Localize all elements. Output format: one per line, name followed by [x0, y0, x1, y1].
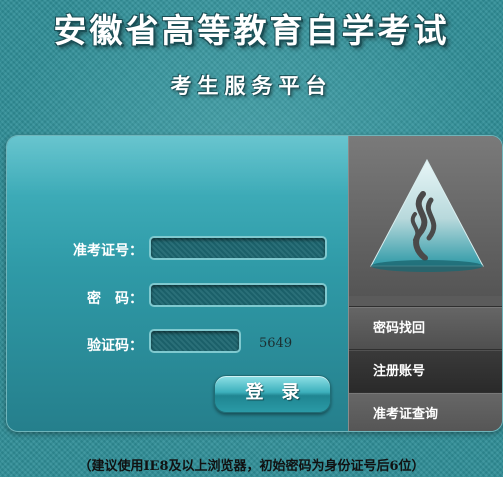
login-form: 准考证号： 密 码： 验证码： 5649 登录 [7, 136, 348, 431]
captcha-input[interactable] [149, 329, 241, 353]
menu-item-password-recovery[interactable]: 密码找回 [349, 306, 502, 349]
captcha-code[interactable]: 5649 [259, 336, 292, 351]
logo-area [349, 136, 502, 296]
captcha-label: 验证码： [87, 338, 143, 354]
login-panel: 准考证号： 密 码： 验证码： 5649 登录 密码找回 注册账号 准考证查询 [6, 135, 503, 432]
password-input[interactable] [149, 283, 327, 307]
login-button[interactable]: 登录 [214, 375, 331, 413]
education-logo-icon [370, 158, 484, 272]
menu-item-register-account[interactable]: 注册账号 [349, 349, 502, 392]
side-menu: 密码找回 注册账号 准考证查询 [348, 136, 502, 431]
password-label: 密 码： [87, 291, 143, 307]
exam-id-input[interactable] [149, 236, 327, 260]
site-title: 安徽省高等教育自学考试 [53, 11, 450, 50]
browser-recommendation-note: （建议使用IE8及以上浏览器，初始密码为身份证号后6位） [78, 459, 425, 474]
exam-id-label: 准考证号： [73, 243, 143, 259]
site-subtitle: 考生服务平台 [170, 73, 333, 98]
menu-item-admission-ticket-query[interactable]: 准考证查询 [349, 392, 502, 431]
